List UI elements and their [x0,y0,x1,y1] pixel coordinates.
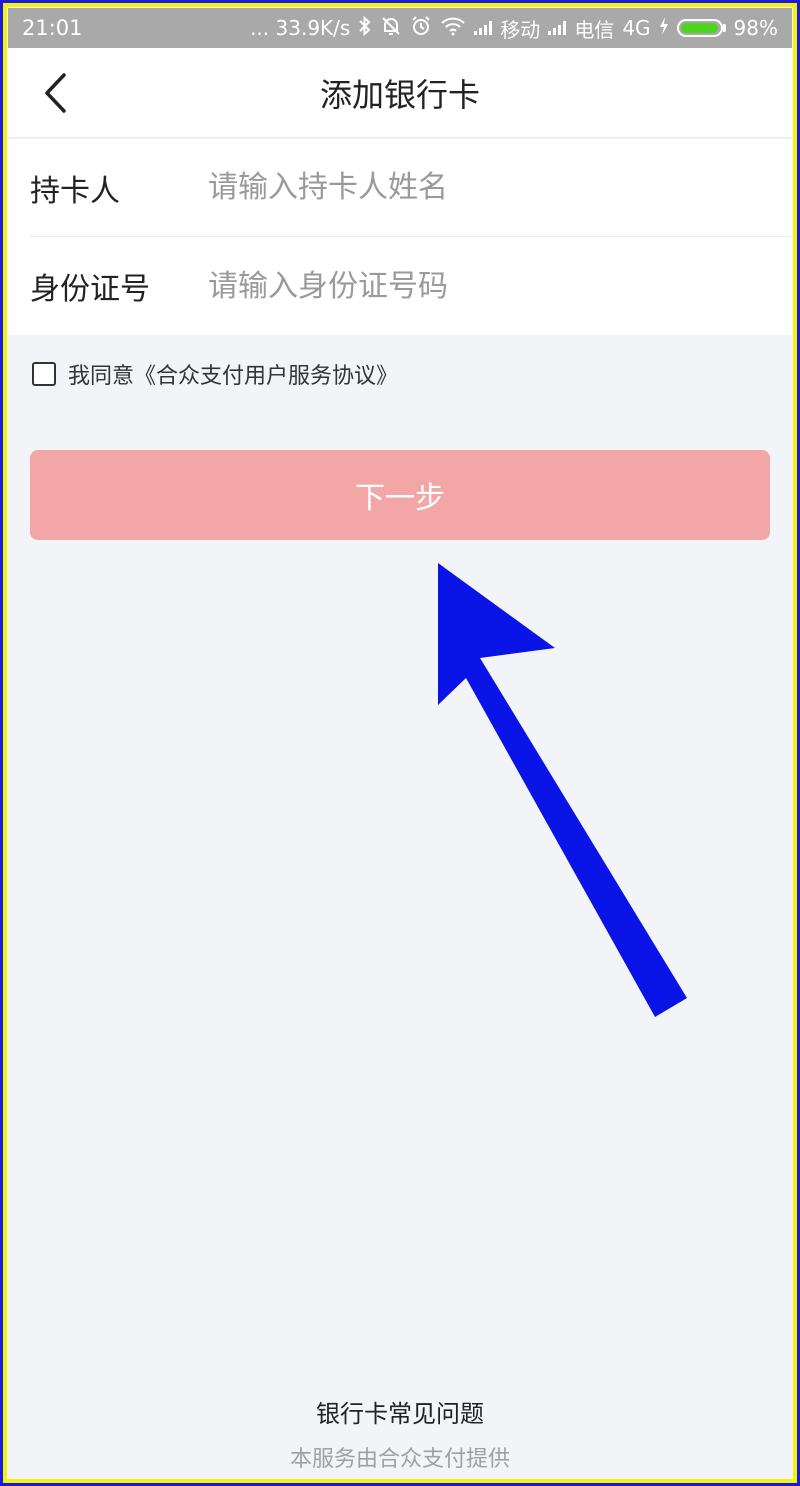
status-bar: 21:01 ... 33.9K/s 移动 电信 4G 98% [8,8,792,48]
signal-icon [474,21,493,35]
next-step-button[interactable]: 下一步 [30,450,770,540]
signal-icon [548,21,567,35]
carrier-2: 电信 [574,17,615,42]
status-right: ... 33.9K/s 移动 电信 4G 98% [250,14,778,43]
service-provider-text: 本服务由合众支付提供 [289,1447,510,1472]
alarm-icon [410,15,432,42]
agreement-row: 我同意《合众支付用户服务协议》 [32,358,398,390]
battery-icon [676,19,726,37]
nav-header: 添加银行卡 [8,48,792,138]
status-time: 21:01 [22,16,83,40]
id-number-row: 身份证号 [30,237,792,335]
bluetooth-icon [358,15,372,42]
back-button[interactable] [30,68,80,118]
id-number-input[interactable] [208,256,748,316]
id-number-label: 身份证号 [30,272,150,307]
mute-bell-icon [380,15,402,42]
network-speed: ... 33.9K/s [250,16,351,40]
battery-percent: 98% [733,16,778,40]
bank-card-faq-link[interactable]: 银行卡常见问题 [8,1394,792,1429]
annotation-arrow-shape [438,563,687,1017]
agreement-text[interactable]: 我同意《合众支付用户服务协议》 [68,358,398,390]
screen: 21:01 ... 33.9K/s 移动 电信 4G 98% 添加银行卡 持卡人… [8,8,792,1486]
chevron-left-icon [45,73,66,113]
cardholder-row: 持卡人 [30,139,792,237]
agreement-checkbox[interactable] [32,362,56,386]
charging-icon [659,16,669,41]
cardholder-label: 持卡人 [30,173,120,209]
cardholder-input[interactable] [208,157,748,218]
wifi-icon [440,16,466,41]
page-title: 添加银行卡 [319,75,480,114]
carrier-1: 移动 [500,17,541,42]
network-type: 4G [622,16,651,40]
card-form: 持卡人 身份证号 [8,139,792,335]
